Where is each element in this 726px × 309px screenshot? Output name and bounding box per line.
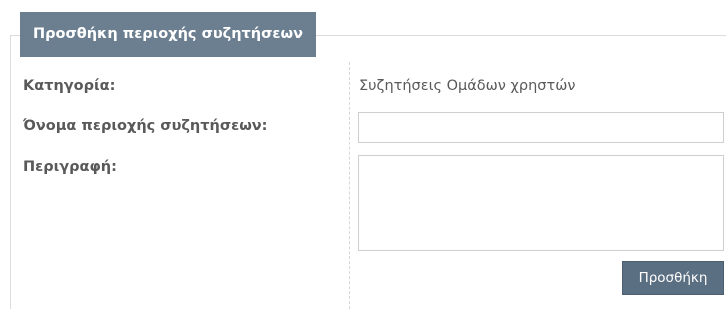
description-label: Περιγραφή: bbox=[23, 159, 117, 175]
category-label: Κατηγορία: bbox=[23, 78, 116, 94]
column-divider bbox=[349, 62, 350, 309]
form-legend: Προσθήκη περιοχής συζητήσεων bbox=[20, 12, 316, 57]
forum-name-input[interactable] bbox=[358, 112, 724, 143]
add-forum-page: Προσθήκη περιοχής συζητήσεων Κατηγορία: … bbox=[0, 0, 726, 309]
description-textarea[interactable] bbox=[358, 155, 724, 251]
forum-name-label: Όνομα περιοχής συζητήσεων: bbox=[23, 118, 268, 134]
category-value: Συζητήσεις Ομάδων χρηστών bbox=[359, 78, 576, 94]
add-button[interactable]: Προσθήκη bbox=[622, 261, 724, 295]
